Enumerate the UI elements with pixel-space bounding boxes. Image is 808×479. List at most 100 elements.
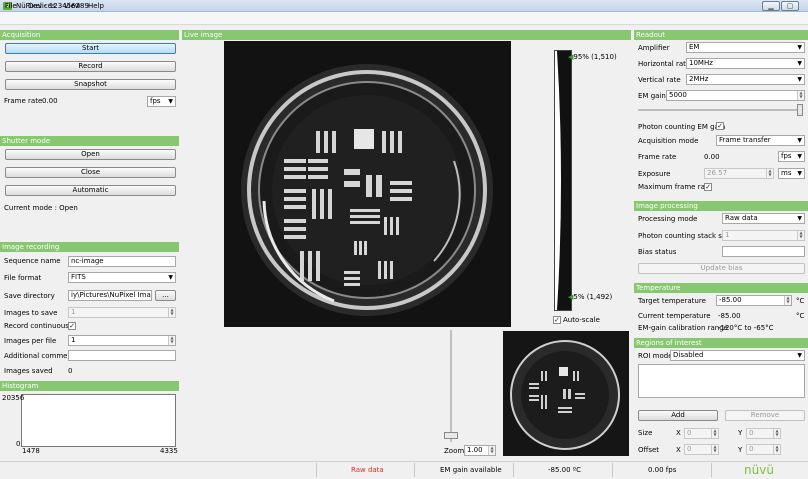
status-em-gain: EM gain available [440, 466, 502, 474]
chevron-down-icon: ▼ [797, 170, 802, 177]
status-bar [0, 461, 808, 479]
title-bar [0, 0, 808, 12]
current-temperature-unit: °C [796, 312, 805, 320]
save-directory-input[interactable]: iy\Pictures\NuPixel Images [68, 290, 152, 301]
amplifier-select[interactable]: EM ▼ [686, 42, 805, 53]
horizontal-rate-label: Horizontal rate [638, 60, 691, 68]
menu-bar [0, 12, 808, 25]
shutter-open-button[interactable]: Open [5, 149, 176, 160]
histogram-header: Histogram [0, 381, 179, 391]
readout-fps-select[interactable]: fps ▼ [778, 151, 805, 162]
display-level-bar[interactable] [554, 50, 572, 311]
bias-status-field [722, 246, 805, 257]
menu-help[interactable]: Help [88, 1, 104, 12]
roi-offset-label: Offset [638, 446, 660, 454]
zoom-label: Zoom [444, 447, 465, 455]
stack-size-input: 1 ▲ ▼ [722, 230, 805, 241]
images-to-save-label: Images to save [4, 309, 58, 317]
amplifier-label: Amplifier [638, 44, 670, 52]
current-shutter-mode: Current mode : Open [4, 204, 78, 212]
shutter-close-button[interactable]: Close [5, 167, 176, 178]
spin-arrows-icon: ▲ ▼ [797, 91, 804, 100]
roi-size-x-label: X [676, 429, 681, 437]
roi-header: Regions of interest [634, 338, 808, 348]
zoom-slider-handle[interactable] [444, 432, 458, 439]
stack-size-label: Photon counting stack size [638, 232, 732, 240]
vertical-rate-select[interactable]: 2MHz ▼ [686, 74, 805, 85]
minimize-icon[interactable]: ▁ [762, 1, 780, 11]
additional-comment-label: Additional comment [4, 352, 75, 360]
processing-mode-select[interactable]: Raw data ▼ [722, 213, 805, 224]
target-temperature-input[interactable]: -85.00 ▲ ▼ [716, 295, 792, 306]
spin-arrows-icon: ▲ ▼ [168, 308, 175, 317]
roi-remove-button[interactable]: Remove [725, 410, 805, 421]
horizontal-rate-select[interactable]: 10MHz ▼ [686, 58, 805, 69]
frame-rate-unit-select[interactable]: fps ▼ [147, 96, 176, 107]
snapshot-button[interactable]: Snapshot [5, 79, 176, 90]
menu-file[interactable]: File [5, 1, 17, 12]
thumbnail-image [503, 331, 629, 456]
acquisition-mode-label: Acquisition mode [638, 137, 699, 145]
max-frame-rate-label: Maximum frame rate [638, 183, 712, 191]
chevron-down-icon: ▼ [797, 215, 802, 222]
exposure-label: Exposure [638, 170, 671, 178]
em-gain-slider-handle[interactable] [797, 104, 803, 116]
spin-arrows-icon: ▲ ▼ [711, 445, 718, 454]
current-temperature-label: Current temperature [638, 312, 711, 320]
additional-comment-input[interactable] [68, 350, 176, 361]
file-format-label: File format [4, 274, 42, 282]
acquisition-mode-select[interactable]: Frame transfer ▼ [716, 135, 805, 146]
navigator-thumbnail[interactable] [503, 331, 629, 456]
start-button[interactable]: Start [5, 43, 176, 54]
chevron-down-icon: ▼ [168, 274, 173, 281]
photon-counting-label: Photon counting EM gain [638, 123, 726, 131]
chevron-down-icon: ▼ [797, 60, 802, 67]
chevron-down-icon: ▼ [797, 153, 802, 160]
images-per-file-input[interactable]: 1 ▲ ▼ [68, 335, 176, 346]
processing-mode-label: Processing mode [638, 215, 698, 223]
roi-add-button[interactable]: Add [638, 410, 718, 421]
em-gain-input[interactable]: 5000 ▲ ▼ [666, 90, 805, 101]
status-divider [711, 463, 712, 477]
roi-size-x-input: 0 ▲ ▼ [684, 428, 719, 439]
histogram-x-min: 1478 [22, 447, 40, 455]
live-image-header: Live image [182, 30, 631, 40]
top-level-marker[interactable]: ◀95% (1,510) [568, 53, 617, 62]
spin-arrows-icon: ▲ ▼ [168, 336, 175, 345]
level-gradient [557, 51, 571, 310]
histogram-y-min: 0 [16, 440, 21, 448]
update-bias-button[interactable]: Update bias [638, 263, 805, 274]
frame-rate-label: Frame rate [4, 97, 43, 105]
acquisition-header: Acquisition [0, 30, 179, 40]
spin-arrows-icon: ▲ ▼ [773, 429, 780, 438]
roi-list[interactable] [638, 364, 805, 398]
chevron-down-icon: ▼ [797, 44, 802, 51]
photon-counting-checkbox[interactable]: ✓ [716, 122, 724, 130]
roi-offset-y-input: 0 ▲ ▼ [746, 444, 781, 455]
live-image[interactable] [224, 41, 511, 327]
roi-offset-x-input: 0 ▲ ▼ [684, 444, 719, 455]
file-format-select[interactable]: FITS ▼ [68, 272, 176, 283]
menu-view[interactable]: View [64, 1, 81, 12]
exposure-unit-select[interactable]: ms ▼ [778, 168, 805, 179]
target-temperature-label: Target temperature [638, 297, 706, 305]
record-button[interactable]: Record [5, 61, 176, 72]
autoscale-label: Auto-scale [563, 316, 600, 324]
autoscale-checkbox[interactable]: ✓ [553, 316, 561, 324]
browse-button[interactable]: ... [155, 290, 176, 301]
menu-devices[interactable]: Devices [28, 1, 56, 12]
bottom-level-marker[interactable]: ◀5% (1,492) [568, 293, 612, 302]
shutter-automatic-button[interactable]: Automatic [5, 185, 176, 196]
zoom-input[interactable]: 1.00 ▲ ▼ [464, 445, 496, 456]
record-continuously-checkbox[interactable]: ✓ [68, 322, 76, 330]
status-fps: 0.00 fps [648, 466, 677, 474]
restore-icon[interactable]: ▢ [781, 1, 799, 11]
em-gain-slider-track[interactable] [638, 109, 798, 111]
sequence-name-input[interactable]: nc-image [68, 256, 176, 267]
exposure-input: 26.57 ▲ ▼ [704, 168, 774, 179]
zoom-slider-track[interactable] [450, 330, 452, 442]
target-temperature-unit: °C [796, 297, 805, 305]
roi-mode-select[interactable]: Disabled ▼ [670, 350, 805, 361]
calibration-range-label: EM-gain calibration range [638, 324, 728, 332]
max-frame-rate-checkbox[interactable]: ✓ [704, 183, 712, 191]
